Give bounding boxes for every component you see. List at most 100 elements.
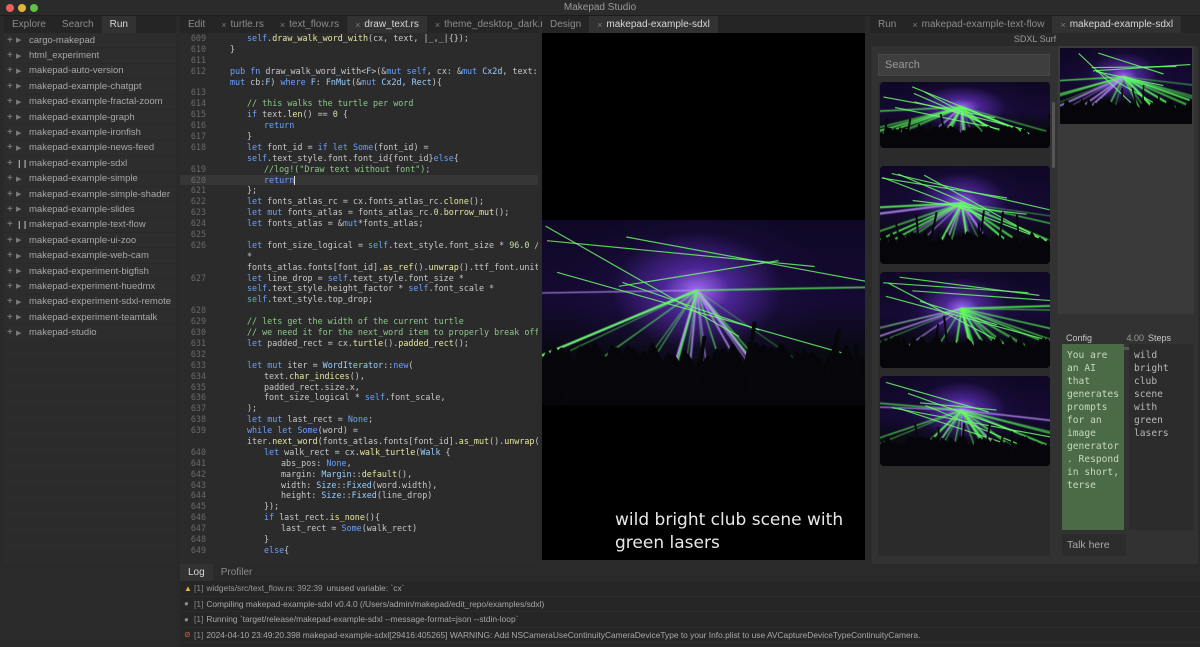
add-icon[interactable]: + bbox=[7, 312, 16, 323]
add-icon[interactable]: + bbox=[7, 81, 16, 92]
close-tab-icon[interactable]: × bbox=[597, 20, 602, 30]
play-icon[interactable]: ▶ bbox=[16, 175, 29, 183]
close-tab-icon[interactable]: × bbox=[355, 20, 360, 30]
add-icon[interactable]: + bbox=[7, 235, 16, 246]
play-icon[interactable]: ▶ bbox=[16, 82, 29, 90]
play-icon[interactable]: ▶ bbox=[16, 282, 29, 290]
user-prompt-textarea[interactable]: wild bright club scene with green lasers bbox=[1129, 344, 1194, 530]
line-number: 626 bbox=[190, 239, 206, 250]
image-thumbnail[interactable] bbox=[880, 376, 1050, 466]
tab-explore[interactable]: Explore bbox=[4, 16, 54, 33]
add-icon[interactable]: + bbox=[7, 35, 16, 46]
pause-icon[interactable]: ❙❙ bbox=[16, 220, 29, 229]
search-input[interactable]: Search bbox=[878, 54, 1050, 76]
add-icon[interactable]: + bbox=[7, 327, 16, 338]
run-list-item[interactable]: + ▶ makepad-experiment-bigfish bbox=[4, 264, 176, 280]
run-list-item[interactable]: + ▶ makepad-auto-version bbox=[4, 64, 176, 80]
tab-profiler[interactable]: Profiler bbox=[213, 564, 261, 581]
add-icon[interactable]: + bbox=[7, 204, 16, 215]
talk-input[interactable]: Talk here bbox=[1062, 534, 1126, 556]
run-list-item[interactable]: + ▶ makepad-example-web-cam bbox=[4, 248, 176, 264]
tab-makepad-example-sdxl[interactable]: × makepad-example-sdxl bbox=[589, 16, 718, 33]
log-row[interactable]: ● [1] Running `target/release/makepad-exam… bbox=[180, 612, 1200, 628]
play-icon[interactable]: ▶ bbox=[16, 236, 29, 244]
log-location[interactable]: widgets/src/text_flow.rs: 392:39 bbox=[206, 583, 322, 593]
add-icon[interactable]: + bbox=[7, 189, 16, 200]
run-list-item[interactable]: + ▶ makepad-experiment-huedmx bbox=[4, 279, 176, 295]
play-icon[interactable]: ▶ bbox=[16, 52, 29, 60]
play-icon[interactable]: ▶ bbox=[16, 205, 29, 213]
log-row[interactable]: ⊘ [1] 2024-04-10 23:49:20.398 makepad-exam… bbox=[180, 628, 1200, 643]
code-editor[interactable]: 609 self.draw_walk_word_with(cx, text, |_… bbox=[180, 33, 538, 564]
design-panel: Design × makepad-example-sdxl wild bright … bbox=[542, 16, 865, 560]
image-thumbnail[interactable] bbox=[880, 272, 1050, 368]
tab-makepad-example-text-flow[interactable]: × makepad-example-text-flow bbox=[904, 16, 1052, 33]
tab-search[interactable]: Search bbox=[54, 16, 102, 33]
run-list-item[interactable]: + ▶ makepad-example-graph bbox=[4, 110, 176, 126]
add-icon[interactable]: + bbox=[7, 112, 16, 123]
run-list-item[interactable]: + ▶ makepad-example-chatgpt bbox=[4, 79, 176, 95]
close-tab-icon[interactable]: × bbox=[280, 20, 285, 30]
play-icon[interactable]: ▶ bbox=[16, 113, 29, 121]
run-list-item[interactable]: + ▶ makepad-example-simple bbox=[4, 172, 176, 187]
thumbnail-scrollbar[interactable] bbox=[1052, 102, 1055, 168]
tab-theme-desktop-dark-rs[interactable]: × theme_desktop_dark.rs bbox=[427, 16, 557, 33]
run-list-item[interactable]: + ❙❙ makepad-example-sdxl bbox=[4, 156, 176, 172]
play-icon[interactable]: ▶ bbox=[16, 298, 29, 306]
add-icon[interactable]: + bbox=[7, 266, 16, 277]
play-icon[interactable]: ▶ bbox=[16, 129, 29, 137]
tab-text-flow-rs[interactable]: × text_flow.rs bbox=[272, 16, 347, 33]
add-icon[interactable]: + bbox=[7, 65, 16, 76]
run-list-item[interactable]: + ▶ html_experiment bbox=[4, 48, 176, 64]
run-list-item[interactable]: + ▶ makepad-experiment-teamtalk bbox=[4, 310, 176, 326]
add-icon[interactable]: + bbox=[7, 296, 16, 307]
tab-makepad-example-sdxl[interactable]: × makepad-example-sdxl bbox=[1052, 16, 1182, 33]
play-icon[interactable]: ▶ bbox=[16, 267, 29, 275]
run-list-item[interactable]: + ▶ makepad-example-simple-shader bbox=[4, 187, 176, 203]
add-icon[interactable]: + bbox=[7, 158, 16, 169]
system-prompt-textarea[interactable]: You are an AI that generates prompts for… bbox=[1062, 344, 1124, 530]
play-icon[interactable]: ▶ bbox=[16, 329, 29, 337]
tab-turtle-rs[interactable]: × turtle.rs bbox=[213, 16, 272, 33]
play-icon[interactable]: ▶ bbox=[16, 144, 29, 152]
add-icon[interactable]: + bbox=[7, 96, 16, 107]
code-text: //log!("Draw text without font"); bbox=[264, 163, 431, 174]
tab-draw-text-rs[interactable]: × draw_text.rs bbox=[347, 16, 427, 33]
play-icon[interactable]: ▶ bbox=[16, 36, 29, 44]
play-icon[interactable]: ▶ bbox=[16, 98, 29, 106]
add-icon[interactable]: + bbox=[7, 173, 16, 184]
play-icon[interactable]: ▶ bbox=[16, 190, 29, 198]
run-list-item[interactable]: + ▶ makepad-experiment-sdxl-remote bbox=[4, 295, 176, 311]
image-thumbnail[interactable] bbox=[880, 166, 1050, 264]
add-icon[interactable]: + bbox=[7, 50, 16, 61]
add-icon[interactable]: + bbox=[7, 127, 16, 138]
pause-icon[interactable]: ❙❙ bbox=[16, 159, 29, 168]
close-tab-icon[interactable]: × bbox=[221, 20, 226, 30]
log-row[interactable]: ▲ [1] widgets/src/text_flow.rs: 392:39 unus… bbox=[180, 581, 1200, 597]
run-list-item[interactable]: + ▶ cargo-makepad bbox=[4, 33, 176, 49]
add-icon[interactable]: + bbox=[7, 250, 16, 261]
run-list-item[interactable]: + ▶ makepad-example-ironfish bbox=[4, 125, 176, 141]
run-list-item[interactable]: + ▶ makepad-example-slides bbox=[4, 202, 176, 218]
close-tab-icon[interactable]: × bbox=[435, 20, 440, 30]
close-tab-icon[interactable]: × bbox=[912, 20, 917, 30]
run-list-item[interactable]: + ▶ makepad-example-news-feed bbox=[4, 141, 176, 157]
log-row[interactable]: ● [1] Compiling makepad-example-sdxl v0.4.… bbox=[180, 597, 1200, 612]
tab-log[interactable]: Log bbox=[180, 564, 213, 581]
play-icon[interactable]: ▶ bbox=[16, 67, 29, 75]
close-tab-icon[interactable]: × bbox=[1060, 20, 1065, 30]
play-icon[interactable]: ▶ bbox=[16, 252, 29, 260]
tab-edit[interactable]: Edit bbox=[180, 16, 213, 33]
play-icon[interactable]: ▶ bbox=[16, 313, 29, 321]
add-icon[interactable]: + bbox=[7, 219, 16, 230]
tab-run[interactable]: Run bbox=[870, 16, 904, 33]
run-list-item[interactable]: + ▶ makepad-example-fractal-zoom bbox=[4, 95, 176, 110]
tab-run[interactable]: Run bbox=[101, 16, 136, 33]
image-thumbnail-list[interactable] bbox=[878, 82, 1050, 556]
run-list-item[interactable]: + ▶ makepad-example-ui-zoo bbox=[4, 233, 176, 249]
add-icon[interactable]: + bbox=[7, 142, 16, 153]
add-icon[interactable]: + bbox=[7, 281, 16, 292]
tab-design[interactable]: Design bbox=[542, 16, 589, 33]
image-thumbnail[interactable] bbox=[880, 82, 1050, 148]
run-list-item[interactable]: + ❙❙ makepad-example-text-flow bbox=[4, 218, 176, 234]
